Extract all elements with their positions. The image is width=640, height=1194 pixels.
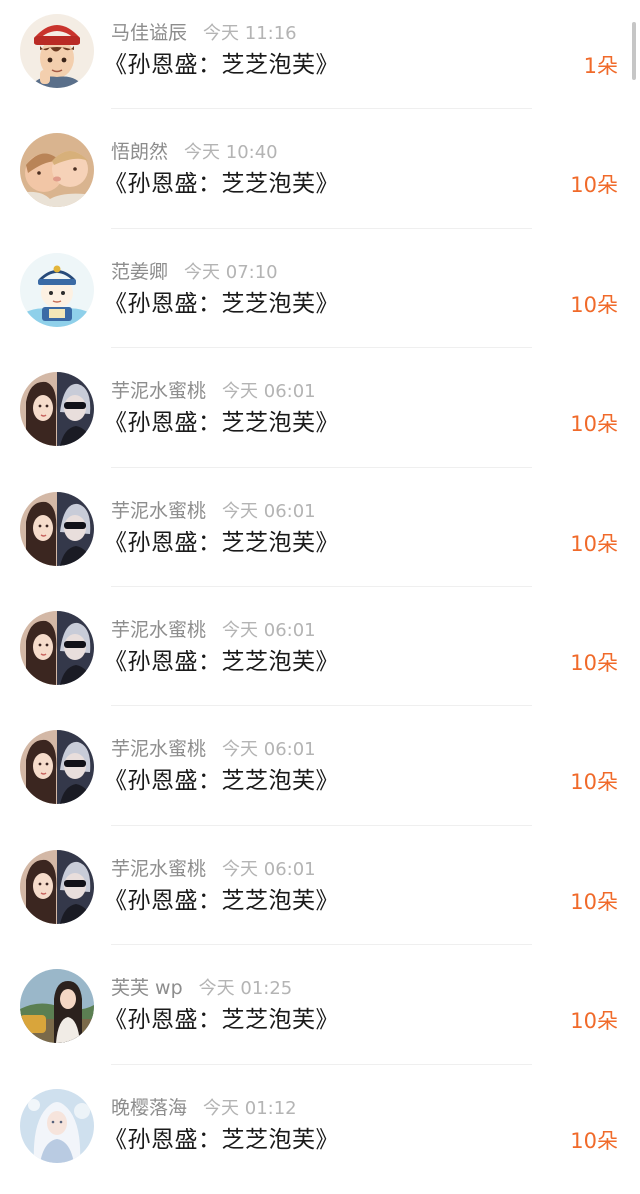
item-meta: 悟朗然 今天 10:40 (111, 139, 278, 165)
user-name[interactable]: 悟朗然 (111, 141, 168, 163)
avatar[interactable] (20, 849, 94, 924)
avatar[interactable] (20, 1088, 94, 1163)
list-item[interactable]: 马佳谥辰 今天 11:16 《孙恩盛：芝芝泡芙》 1朵 (0, 0, 640, 119)
user-name[interactable]: 范姜卿 (111, 261, 168, 283)
gift-title: 《孙恩盛：芝芝泡芙》 (104, 529, 339, 556)
flower-count: 10朵 (570, 412, 618, 437)
user-name[interactable]: 芋泥水蜜桃 (111, 619, 206, 641)
divider (111, 1063, 532, 1065)
avatar[interactable] (20, 730, 94, 805)
list-item[interactable]: 芙芙 wp 今天 01:25 《孙恩盛：芝芝泡芙》 10朵 (0, 955, 640, 1074)
user-name[interactable]: 芋泥水蜜桃 (111, 738, 206, 760)
timestamp: 今天 06:01 (222, 619, 316, 641)
timestamp: 今天 07:10 (184, 261, 278, 283)
user-name[interactable]: 芋泥水蜜桃 (111, 500, 206, 522)
flower-count: 10朵 (570, 650, 618, 675)
flower-count: 10朵 (570, 1128, 618, 1153)
avatar[interactable] (20, 969, 94, 1044)
gift-title: 《孙恩盛：芝芝泡芙》 (104, 648, 339, 675)
list-item[interactable]: 芋泥水蜜桃 今天 06:01 《孙恩盛：芝芝泡芙》 10朵 (0, 836, 640, 955)
gift-title: 《孙恩盛：芝芝泡芙》 (104, 887, 339, 914)
avatar[interactable] (20, 491, 94, 566)
flower-count: 10朵 (570, 770, 618, 795)
user-name[interactable]: 芙芙 wp (111, 977, 183, 999)
divider (111, 227, 532, 229)
list-item[interactable]: 芋泥水蜜桃 今天 06:01 《孙恩盛：芝芝泡芙》 10朵 (0, 358, 640, 477)
flower-count: 10朵 (570, 889, 618, 914)
timestamp: 今天 10:40 (184, 142, 278, 164)
list-item[interactable]: 芋泥水蜜桃 今天 06:01 《孙恩盛：芝芝泡芙》 10朵 (0, 478, 640, 597)
avatar[interactable] (20, 610, 94, 685)
avatar[interactable] (20, 14, 94, 88)
flower-count: 10朵 (570, 531, 618, 556)
list-item[interactable]: 悟朗然 今天 10:40 《孙恩盛：芝芝泡芙》 10朵 (0, 119, 640, 238)
item-meta: 芋泥水蜜桃 今天 06:01 (111, 498, 316, 524)
divider (111, 824, 532, 826)
divider (111, 585, 532, 587)
user-name[interactable]: 晚樱落海 (111, 1097, 187, 1119)
avatar[interactable] (20, 133, 94, 208)
list-item[interactable]: 芋泥水蜜桃 今天 06:01 《孙恩盛：芝芝泡芙》 10朵 (0, 716, 640, 835)
gift-title: 《孙恩盛：芝芝泡芙》 (104, 1007, 339, 1034)
divider (111, 705, 532, 707)
gift-title: 《孙恩盛：芝芝泡芙》 (104, 768, 339, 795)
item-meta: 芋泥水蜜桃 今天 06:01 (111, 617, 316, 643)
flower-count: 10朵 (570, 173, 618, 198)
item-meta: 范姜卿 今天 07:10 (111, 259, 278, 285)
divider (111, 347, 532, 349)
list-item[interactable]: 晚樱落海 今天 01:12 《孙恩盛：芝芝泡芙》 10朵 (0, 1075, 640, 1194)
divider (111, 108, 532, 110)
gift-title: 《孙恩盛：芝芝泡芙》 (104, 290, 339, 317)
item-meta: 芙芙 wp 今天 01:25 (111, 975, 292, 1001)
item-meta: 芋泥水蜜桃 今天 06:01 (111, 736, 316, 762)
user-name[interactable]: 芋泥水蜜桃 (111, 380, 206, 402)
gift-title: 《孙恩盛：芝芝泡芙》 (104, 1126, 339, 1153)
flower-count: 10朵 (570, 1009, 618, 1034)
list-item[interactable]: 芋泥水蜜桃 今天 06:01 《孙恩盛：芝芝泡芙》 10朵 (0, 597, 640, 716)
timestamp: 今天 06:01 (222, 500, 316, 522)
timestamp: 今天 01:25 (198, 978, 293, 1000)
gift-title: 《孙恩盛：芝芝泡芙》 (104, 171, 339, 198)
gift-title: 《孙恩盛：芝芝泡芙》 (104, 410, 339, 437)
item-meta: 芋泥水蜜桃 今天 06:01 (111, 856, 316, 882)
list-item[interactable]: 范姜卿 今天 07:10 《孙恩盛：芝芝泡芙》 10朵 (0, 239, 640, 358)
item-meta: 晚樱落海 今天 01:12 (111, 1095, 297, 1121)
timestamp: 今天 06:01 (222, 858, 316, 880)
timestamp: 今天 01:12 (203, 1097, 297, 1119)
item-meta: 马佳谥辰 今天 11:16 (111, 20, 297, 46)
flower-count: 10朵 (570, 292, 618, 317)
flower-count: 1朵 (583, 54, 618, 78)
gift-record-list: 马佳谥辰 今天 11:16 《孙恩盛：芝芝泡芙》 1朵 悟朗然 今天 10:40 《… (0, 0, 640, 1194)
timestamp: 今天 11:16 (203, 23, 297, 44)
avatar[interactable] (20, 252, 94, 327)
divider (111, 944, 532, 946)
avatar[interactable] (20, 372, 94, 447)
timestamp: 今天 06:01 (222, 381, 316, 403)
user-name[interactable]: 马佳谥辰 (111, 22, 187, 44)
timestamp: 今天 06:01 (222, 739, 316, 761)
user-name[interactable]: 芋泥水蜜桃 (111, 858, 206, 880)
divider (111, 466, 532, 468)
item-meta: 芋泥水蜜桃 今天 06:01 (111, 378, 316, 404)
gift-title: 《孙恩盛：芝芝泡芙》 (104, 52, 339, 78)
scrollbar[interactable] (632, 22, 636, 80)
